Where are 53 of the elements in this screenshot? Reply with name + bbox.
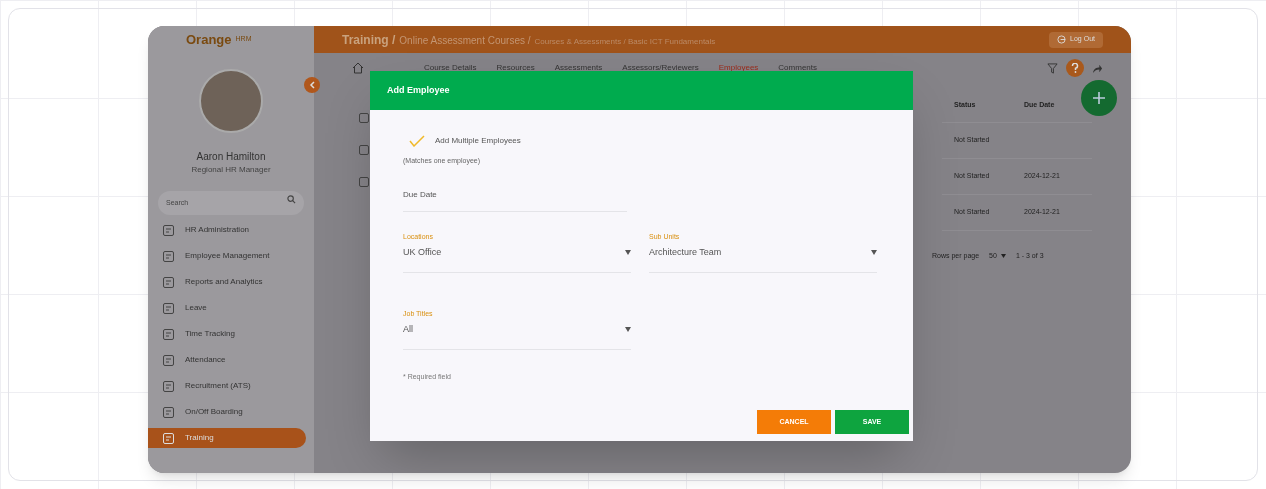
dropdown-arrow-icon xyxy=(625,327,631,333)
sidebar-item[interactable]: Recruitment (ATS) xyxy=(148,376,306,396)
menu-item-icon xyxy=(162,249,175,263)
dropdown[interactable]: Architecture Team xyxy=(649,246,877,273)
menu-item-icon xyxy=(162,379,175,393)
chevron-left-icon xyxy=(309,81,315,89)
tab[interactable]: Assessments xyxy=(554,61,603,75)
dropdown[interactable]: All xyxy=(403,323,631,350)
help-icon[interactable] xyxy=(1066,59,1084,77)
sidebar-item[interactable]: Reports and Analytics xyxy=(148,272,306,292)
menu-item-icon xyxy=(162,431,175,445)
menu-item-icon xyxy=(162,275,175,289)
menu-item-icon xyxy=(162,405,175,419)
menu-item-icon xyxy=(162,301,175,315)
collapse-button[interactable] xyxy=(304,77,320,93)
checkbox-label: Add Multiple Employees xyxy=(435,135,521,147)
sidebar-item[interactable]: Time Tracking xyxy=(148,324,306,344)
sidebar-item[interactable]: Attendance xyxy=(148,350,306,370)
tab[interactable]: Comments xyxy=(778,61,818,75)
plus-icon xyxy=(1092,91,1106,105)
breadcrumb-text: Courses & Assessments / Basic ICT Fundamentals xyxy=(534,35,716,48)
search-icon xyxy=(287,195,296,204)
logout-icon xyxy=(1057,35,1067,44)
menu-item-icon xyxy=(162,223,175,237)
breadcrumb-text: Training / xyxy=(342,31,396,49)
sidebar-item[interactable]: Leave xyxy=(148,298,306,318)
dropdown[interactable]: UK Office xyxy=(403,246,631,273)
user-name: Aaron Hamilton xyxy=(196,150,266,164)
row-checkbox[interactable] xyxy=(359,113,369,123)
sidebar-item[interactable]: Employee Management xyxy=(148,246,306,266)
user-role: Regional HR Manager xyxy=(191,164,271,176)
dropdown-arrow-icon xyxy=(625,250,631,256)
due-date-field[interactable]: Due Date xyxy=(403,188,627,212)
add-button[interactable] xyxy=(1081,80,1117,116)
row-checkbox[interactable] xyxy=(359,145,369,155)
sidebar-item[interactable]: Training xyxy=(148,428,306,448)
tab[interactable]: Resources xyxy=(496,61,535,75)
share-icon[interactable] xyxy=(1092,62,1103,74)
logo-text: Orange xyxy=(186,30,232,49)
sidebar-item[interactable]: HR Administration xyxy=(148,220,306,240)
dialog-title: Add Employee xyxy=(387,83,450,97)
dropdown-arrow-icon xyxy=(871,250,877,256)
menu-item-icon xyxy=(162,327,175,341)
breadcrumb-text: Online Assessment Courses / xyxy=(399,33,531,48)
sidebar-item[interactable]: On/Off Boarding xyxy=(148,402,306,422)
home-icon[interactable] xyxy=(352,62,364,74)
checkbox[interactable] xyxy=(409,134,425,148)
tab[interactable]: Assessors/Reviewers xyxy=(622,61,699,75)
menu-item-icon xyxy=(162,353,175,367)
tab[interactable]: Course Details xyxy=(424,61,477,75)
row-checkbox[interactable] xyxy=(359,177,369,187)
filter-icon[interactable] xyxy=(1047,62,1058,74)
caret-icon xyxy=(1000,254,1006,259)
